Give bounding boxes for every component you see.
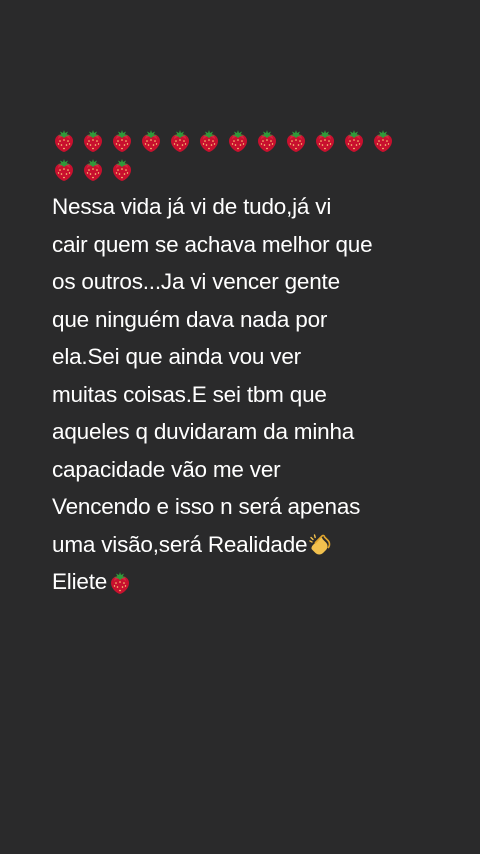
post-line: capacidade vão me ver bbox=[52, 451, 462, 489]
strawberry-icon bbox=[139, 128, 163, 153]
strawberry-icon bbox=[371, 128, 395, 153]
post-line: Vencendo e isso n será apenas bbox=[52, 488, 462, 526]
post-line: cair quem se achava melhor que bbox=[52, 226, 462, 264]
clapping-hands-icon bbox=[308, 532, 332, 557]
strawberry-icon bbox=[108, 569, 132, 595]
strawberry-icon bbox=[110, 128, 134, 153]
post-line: Nessa vida já vi de tudo,já vi bbox=[52, 188, 462, 226]
post-line: os outros...Ja vi vencer gente bbox=[52, 263, 462, 301]
post-line-text: os outros...Ja vi vencer gente bbox=[52, 269, 340, 294]
post-line-text: uma visão,será Realidade bbox=[52, 531, 308, 557]
post-line-text: cair quem se achava melhor que bbox=[52, 231, 373, 257]
strawberry-icon bbox=[313, 128, 337, 153]
post-line-text: aqueles q duvidaram da minha bbox=[52, 419, 355, 444]
strawberry-icon bbox=[52, 128, 76, 153]
post-line-text: que ninguém dava nada por bbox=[52, 306, 328, 332]
strawberry-icon bbox=[255, 128, 279, 153]
post-line-text: Vencendo e isso n será apenas bbox=[52, 494, 361, 519]
emoji-rows bbox=[52, 128, 462, 182]
strawberry-icon bbox=[284, 128, 308, 153]
post-line: aqueles q duvidaram da minha bbox=[52, 413, 462, 451]
strawberry-icon bbox=[81, 157, 105, 182]
post-text: Nessa vida já vi de tudo,já vi cair quem… bbox=[52, 188, 462, 601]
post-line: ela.Sei que ainda vou ver bbox=[52, 338, 462, 376]
strawberry-icon bbox=[226, 128, 250, 153]
post-line: muitas coisas.E sei tbm que bbox=[52, 376, 462, 414]
strawberry-icon bbox=[342, 128, 366, 153]
post-line-text: capacidade vão me ver bbox=[52, 456, 281, 482]
strawberry-icon bbox=[81, 128, 105, 153]
strawberry-icon bbox=[110, 157, 134, 182]
post-line: Eliete bbox=[52, 563, 462, 601]
strawberry-icon bbox=[52, 157, 76, 182]
post-line: que ninguém dava nada por bbox=[52, 301, 462, 339]
post-line: uma visão,será Realidade bbox=[52, 526, 462, 564]
post-line-text: ela.Sei que ainda vou ver bbox=[52, 344, 301, 369]
emoji-row-2 bbox=[52, 157, 462, 182]
post-line-text: Eliete bbox=[52, 569, 108, 594]
status-post: Nessa vida já vi de tudo,já vi cair quem… bbox=[52, 128, 462, 601]
emoji-row-1 bbox=[52, 128, 462, 153]
strawberry-icon bbox=[168, 128, 192, 153]
post-line-text: Nessa vida já vi de tudo,já vi bbox=[52, 194, 332, 219]
post-line-text: muitas coisas.E sei tbm que bbox=[52, 381, 327, 407]
strawberry-icon bbox=[197, 128, 221, 153]
